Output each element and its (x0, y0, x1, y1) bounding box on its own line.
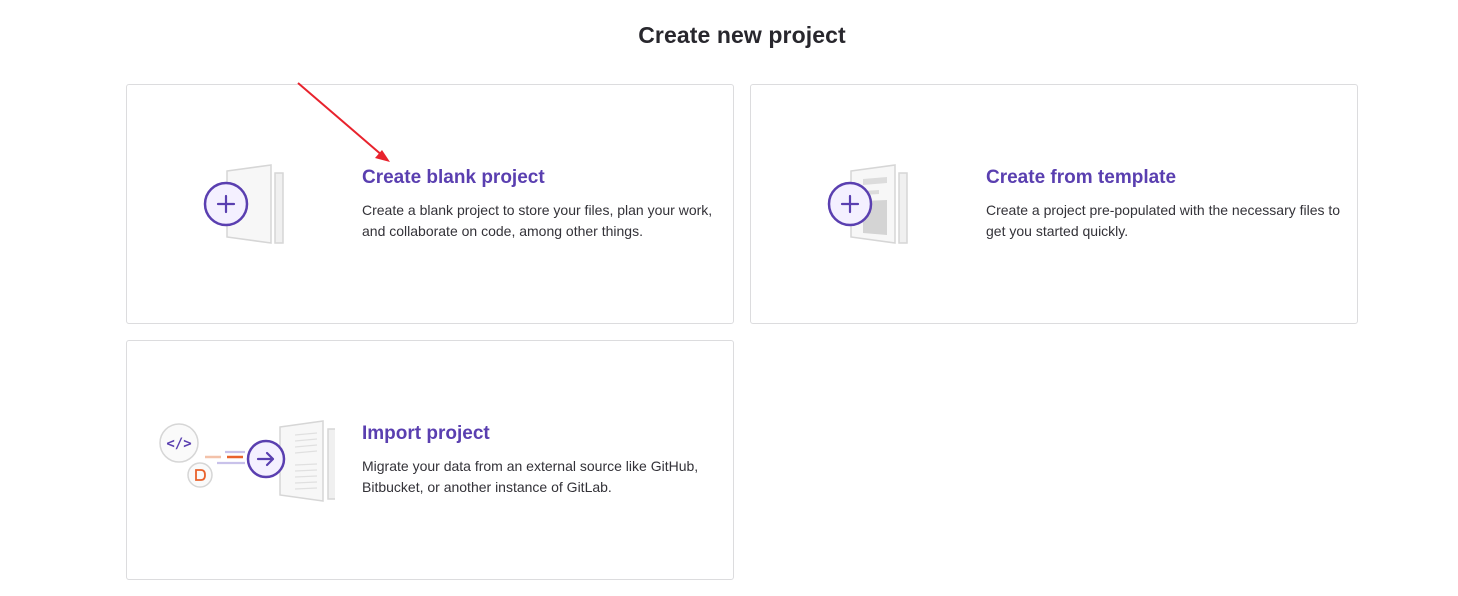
page-title: Create new project (638, 22, 846, 48)
import-project-card[interactable]: </> Import project Migrate your data fro… (126, 340, 734, 580)
card-description: Create a project pre-populated with the … (986, 202, 1341, 239)
create-blank-project-card[interactable]: Create blank project Create a blank proj… (126, 84, 734, 324)
svg-text:</>: </> (166, 436, 191, 452)
card-description: Migrate your data from an external sourc… (362, 458, 699, 495)
card-text: Create from template Create a project pr… (986, 167, 1346, 242)
card-text: Import project Migrate your data from an… (362, 423, 722, 498)
create-project-page: Create new project Create blank project … (0, 0, 1458, 596)
card-title[interactable]: Create from template (986, 167, 1346, 189)
card-title[interactable]: Import project (362, 423, 722, 445)
import-document-icon: </> (159, 420, 335, 502)
card-description: Create a blank project to store your fil… (362, 202, 713, 239)
card-title[interactable]: Create blank project (362, 167, 722, 189)
create-from-template-card[interactable]: Create from template Create a project pr… (750, 84, 1358, 324)
plus-document-icon (203, 164, 284, 244)
template-document-icon (827, 164, 908, 244)
card-text: Create blank project Create a blank proj… (362, 167, 722, 242)
